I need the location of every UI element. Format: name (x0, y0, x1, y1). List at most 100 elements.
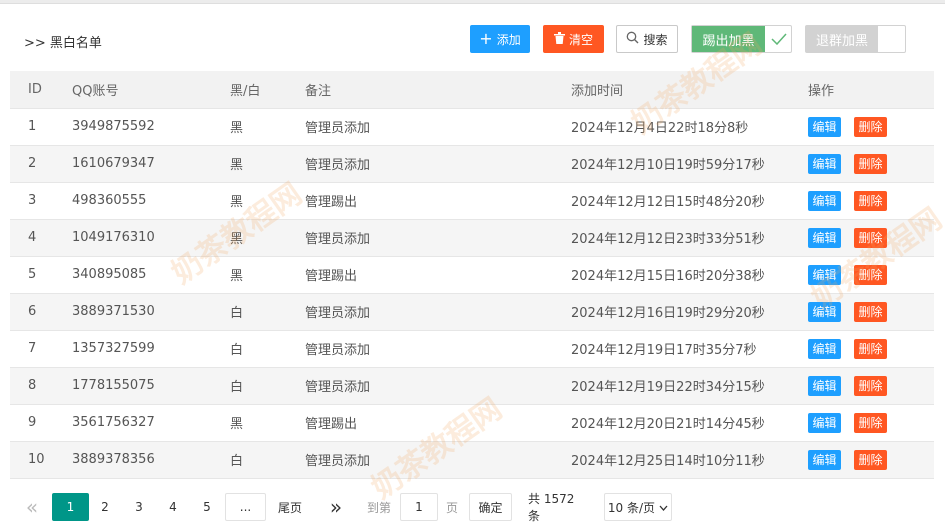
table-row: 2 1610679347 黑管理员添加 2024年12月10日19时59分17秒 编辑删… (10, 145, 934, 183)
cell-qq: 340895085 (68, 256, 218, 294)
delete-button[interactable]: 删除 (854, 264, 887, 285)
delete-button[interactable]: 删除 (854, 116, 887, 137)
row-actions: 编辑 删除 (808, 153, 934, 174)
cell-actions: 编辑 删除 (808, 367, 934, 405)
cell-note: 管理踢出 (305, 404, 571, 442)
cell-black-white: 白 (218, 293, 305, 331)
cell-qq: 3889371530 (68, 293, 218, 331)
chevron-down-icon (659, 500, 668, 514)
table-row: 6 3889371530 白管理员添加 2024年12月16日19时29分20秒 编辑删… (10, 293, 934, 331)
cell-note: 管理员添加 (305, 219, 571, 257)
cell-note: 管理踢出 (305, 182, 571, 220)
cell-qq: 1049176310 (68, 219, 218, 257)
goto-page-input[interactable]: 1 (400, 493, 438, 521)
col-note: 备注 (305, 71, 571, 109)
edit-button[interactable]: 编辑 (808, 190, 841, 211)
main-card: >> 黑白名单 + 添加 清空 搜索 踢出加黑 退群加黑 ID QQ账号 黑/白… (0, 3, 945, 528)
row-actions: 编辑 删除 (808, 301, 934, 322)
page-2[interactable]: 2 (94, 493, 116, 521)
exit-blacklist-switch[interactable]: 退群加黑 (805, 25, 906, 53)
cell-time: 2024年12月19日22时34分15秒 (571, 367, 808, 405)
clear-button[interactable]: 清空 (543, 25, 604, 53)
edit-button[interactable]: 编辑 (808, 153, 841, 174)
cell-qq: 498360555 (68, 182, 218, 220)
cell-black-white: 白 (218, 330, 305, 368)
delete-button[interactable]: 删除 (854, 301, 887, 322)
cell-qq: 1357327599 (68, 330, 218, 368)
page-ellipsis[interactable]: ... (225, 493, 266, 521)
cell-qq: 3949875592 (68, 108, 218, 146)
cell-id: 10 (10, 441, 68, 479)
delete-button[interactable]: 删除 (854, 412, 887, 433)
page-3[interactable]: 3 (128, 493, 150, 521)
table-row: 10 3889378356 白管理员添加 2024年12月25日14时10分11秒 编辑… (10, 441, 934, 479)
goto-confirm-button[interactable]: 确定 (469, 493, 512, 521)
cell-qq: 1778155075 (68, 367, 218, 405)
edit-button[interactable]: 编辑 (808, 449, 841, 470)
search-button[interactable]: 搜索 (616, 25, 678, 53)
cell-actions: 编辑 删除 (808, 182, 934, 220)
row-actions: 编辑 删除 (808, 264, 934, 285)
next-page-icon[interactable]: » (326, 493, 346, 521)
cell-black-white: 黑 (218, 182, 305, 220)
table-row: 5 340895085 黑管理踢出 2024年12月15日16时20分38秒 编辑 删除 (10, 256, 934, 294)
delete-button[interactable]: 删除 (854, 338, 887, 359)
cell-note: 管理员添加 (305, 108, 571, 146)
edit-button[interactable]: 编辑 (808, 116, 841, 137)
cell-id: 4 (10, 219, 68, 257)
page-5[interactable]: 5 (196, 493, 218, 521)
edit-button[interactable]: 编辑 (808, 338, 841, 359)
cell-black-white: 黑 (218, 404, 305, 442)
first-page-icon[interactable]: « (22, 493, 42, 521)
edit-button[interactable]: 编辑 (808, 375, 841, 396)
edit-button[interactable]: 编辑 (808, 264, 841, 285)
cell-actions: 编辑 删除 (808, 145, 934, 183)
goto-label: 到第 (366, 500, 391, 515)
row-actions: 编辑 删除 (808, 338, 934, 359)
cell-time: 2024年12月25日14时10分11秒 (571, 441, 808, 479)
total-count: 共 1572 条 (528, 492, 575, 523)
cell-note: 管理员添加 (305, 330, 571, 368)
cell-id: 8 (10, 367, 68, 405)
cell-time: 2024年12月15日16时20分38秒 (571, 256, 808, 294)
table-header-row: ID QQ账号 黑/白 备注 添加时间 操作 (10, 71, 934, 109)
page-1[interactable]: 1 (52, 493, 89, 521)
search-button-label: 搜索 (643, 32, 668, 47)
row-actions: 编辑 删除 (808, 412, 934, 433)
table-row: 3 498360555 黑管理踢出 2024年12月12日15时48分20秒 编辑 删除 (10, 182, 934, 220)
cell-black-white: 白 (218, 441, 305, 479)
table-row: 4 1049176310 黑管理员添加 2024年12月12日23时33分51秒 编辑删… (10, 219, 934, 257)
per-page-select[interactable]: 10 条/页 (604, 493, 672, 521)
col-time: 添加时间 (571, 71, 808, 109)
cell-black-white: 白 (218, 367, 305, 405)
delete-button[interactable]: 删除 (854, 375, 887, 396)
clear-button-label: 清空 (568, 32, 593, 47)
exit-switch-label: 退群加黑 (806, 26, 878, 52)
edit-button[interactable]: 编辑 (808, 412, 841, 433)
kick-blacklist-switch[interactable]: 踢出加黑 (691, 25, 792, 53)
row-actions: 编辑 删除 (808, 449, 934, 470)
page-4[interactable]: 4 (162, 493, 184, 521)
edit-button[interactable]: 编辑 (808, 227, 841, 248)
check-icon (766, 26, 792, 52)
cell-time: 2024年12月12日15时48分20秒 (571, 182, 808, 220)
add-button[interactable]: + 添加 (470, 25, 530, 53)
cell-qq: 3889378356 (68, 441, 218, 479)
cell-time: 2024年12月19日17时35分7秒 (571, 330, 808, 368)
cell-black-white: 黑 (218, 219, 305, 257)
page-unit-label: 页 (445, 500, 458, 515)
cell-black-white: 黑 (218, 108, 305, 146)
delete-button[interactable]: 删除 (854, 153, 887, 174)
cell-actions: 编辑 删除 (808, 108, 934, 146)
delete-button[interactable]: 删除 (854, 449, 887, 470)
table-row: 9 3561756327 黑管理踢出 2024年12月20日21时14分45秒 编辑 删除 (10, 404, 934, 442)
cell-time: 2024年12月20日21时14分45秒 (571, 404, 808, 442)
last-page-link[interactable]: 尾页 (274, 493, 306, 521)
cell-id: 2 (10, 145, 68, 183)
delete-button[interactable]: 删除 (854, 227, 887, 248)
cell-note: 管理员添加 (305, 441, 571, 479)
edit-button[interactable]: 编辑 (808, 301, 841, 322)
col-qq: QQ账号 (68, 71, 218, 109)
delete-button[interactable]: 删除 (854, 190, 887, 211)
cell-actions: 编辑 删除 (808, 256, 934, 294)
